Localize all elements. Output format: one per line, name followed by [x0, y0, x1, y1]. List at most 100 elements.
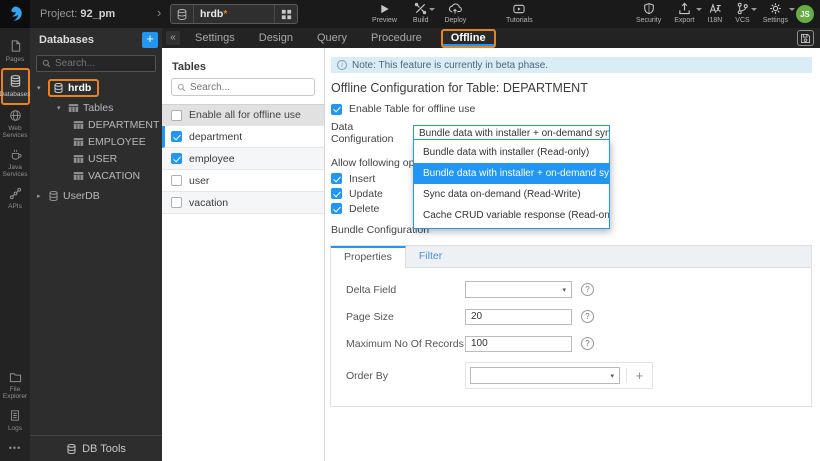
- settings-gear-icon: [769, 2, 782, 15]
- bundle-configuration-panel: Properties Filter Delta Field ▾ ? Page S…: [330, 245, 812, 407]
- tables-search[interactable]: [171, 78, 315, 96]
- tree-node-userdb[interactable]: ▸ UserDB: [30, 187, 162, 204]
- add-database-button[interactable]: +: [142, 32, 158, 48]
- hrdb-annotation-highlight: hrdb: [48, 79, 100, 97]
- databases-panel-header: Databases +: [30, 28, 162, 50]
- vacation-checkbox[interactable]: [171, 197, 182, 208]
- table-row-user[interactable]: user: [162, 170, 324, 192]
- sidebar-item-databases[interactable]: Databases: [0, 68, 31, 105]
- dropdown-option-bundle-ondemand[interactable]: Bundle data with installer + on-demand s…: [414, 163, 609, 184]
- security-shield-icon: [643, 2, 655, 15]
- tree-node-tables-group[interactable]: ▾ Tables: [30, 99, 162, 116]
- delta-field-help-icon[interactable]: ?: [581, 283, 594, 296]
- project-name: Project: 92_pm: [40, 8, 116, 20]
- sidebar-item-web-services[interactable]: Web Services: [0, 105, 30, 144]
- tab-settings[interactable]: Settings: [183, 28, 247, 48]
- tab-offline[interactable]: Offline: [440, 28, 496, 48]
- add-order-by-button[interactable]: +: [626, 368, 652, 383]
- sidebar-item-pages[interactable]: Pages: [0, 35, 30, 68]
- sidebar-item-file-explorer[interactable]: File Explorer: [0, 367, 30, 405]
- page-size-row: Page Size ?: [346, 308, 811, 325]
- breadcrumb-db-widget[interactable]: hrdb*: [170, 4, 298, 24]
- dropdown-option-cache-crud[interactable]: Cache CRUD variable response (Read-only): [414, 205, 609, 226]
- max-records-input[interactable]: [465, 335, 572, 352]
- tree-node-hrdb[interactable]: ▾ hrdb: [30, 77, 162, 99]
- table-icon: [73, 137, 84, 147]
- max-records-row: Maximum No Of Records ?: [346, 335, 811, 352]
- search-icon: [42, 59, 51, 68]
- sidebar-item-logs[interactable]: Logs: [0, 405, 30, 437]
- topbar-tutorials: Tutorials: [506, 2, 533, 24]
- order-by-label: Order By: [346, 369, 389, 382]
- tutorials-button[interactable]: Tutorials: [506, 2, 533, 24]
- user-checkbox[interactable]: [171, 175, 182, 186]
- enable-all-row[interactable]: Enable all for offline use: [162, 104, 324, 126]
- sidebar-item-java-services[interactable]: Java Services: [0, 144, 30, 183]
- settings-button[interactable]: Settings: [763, 2, 795, 24]
- topbar: Project: 92_pm › hrdb* Preview Build Dep…: [0, 0, 820, 28]
- page-size-input[interactable]: [465, 308, 572, 325]
- offline-config-main: i Note: This feature is currently in bet…: [325, 48, 820, 461]
- enable-table-row[interactable]: Enable Table for offline use: [331, 103, 820, 115]
- order-by-select[interactable]: ▾: [470, 367, 620, 384]
- max-records-help-icon[interactable]: ?: [581, 337, 594, 350]
- expand-arrow-icon[interactable]: ▾: [57, 104, 64, 112]
- build-button[interactable]: Build: [413, 2, 436, 24]
- app-grid-icon[interactable]: [274, 5, 297, 23]
- update-checkbox[interactable]: [331, 188, 342, 199]
- page-size-help-icon[interactable]: ?: [581, 310, 594, 323]
- i18n-translate-icon: [708, 2, 722, 15]
- sidebar-item-apis[interactable]: APIs: [0, 183, 30, 215]
- enable-all-checkbox[interactable]: [171, 109, 182, 121]
- databases-search-input[interactable]: [55, 58, 150, 69]
- vcs-button[interactable]: VCS: [735, 2, 757, 24]
- tab-design[interactable]: Design: [247, 28, 305, 48]
- delete-checkbox[interactable]: [331, 203, 342, 214]
- activity-bar: Pages Databases Web Services Java Servic…: [0, 28, 31, 461]
- databases-search[interactable]: [36, 55, 156, 72]
- properties-form: Delta Field ▾ ? Page Size ? Maximum No O…: [331, 268, 811, 389]
- i18n-button[interactable]: I18N: [708, 2, 722, 24]
- table-row-employee[interactable]: employee: [162, 148, 324, 170]
- database-icon: [53, 82, 64, 94]
- more-options-icon[interactable]: •••: [9, 437, 21, 461]
- tree-node-table-department[interactable]: DEPARTMENT: [30, 116, 162, 133]
- databases-panel-title: Databases: [39, 34, 95, 46]
- collapse-panel-button[interactable]: «: [166, 31, 180, 45]
- tab-procedure[interactable]: Procedure: [359, 28, 434, 48]
- app-logo[interactable]: [0, 0, 30, 28]
- vcs-branch-icon: [736, 2, 749, 15]
- tables-search-input[interactable]: [190, 81, 309, 93]
- preview-button[interactable]: Preview: [372, 2, 397, 24]
- collapsed-arrow-icon[interactable]: ▸: [37, 192, 44, 200]
- database-icon: [171, 5, 194, 23]
- web-services-globe-icon: [9, 109, 22, 122]
- enable-table-checkbox[interactable]: [331, 103, 342, 115]
- tab-properties[interactable]: Properties: [331, 246, 406, 268]
- tab-query[interactable]: Query: [305, 28, 359, 48]
- table-icon: [73, 171, 84, 181]
- tab-filter[interactable]: Filter: [406, 246, 455, 267]
- tree-node-table-employee[interactable]: EMPLOYEE: [30, 133, 162, 150]
- delta-field-select[interactable]: ▾: [465, 281, 572, 298]
- insert-checkbox[interactable]: [331, 173, 342, 184]
- employee-checkbox[interactable]: [171, 153, 182, 164]
- security-button[interactable]: Security: [636, 2, 661, 24]
- expand-arrow-icon[interactable]: ▾: [37, 84, 44, 92]
- dropdown-option-sync-ondemand[interactable]: Sync data on-demand (Read-Write): [414, 184, 609, 205]
- table-row-department[interactable]: department: [162, 126, 324, 148]
- export-button[interactable]: Export: [674, 2, 702, 24]
- java-services-coffee-icon: [9, 148, 22, 161]
- db-tools-button[interactable]: DB Tools: [30, 435, 162, 461]
- tree-node-table-user[interactable]: USER: [30, 150, 162, 167]
- dropdown-option-bundle-readonly[interactable]: Bundle data with installer (Read-only): [414, 142, 609, 163]
- dropdown-caret-icon: ▾: [562, 286, 566, 294]
- tree-node-table-vacation[interactable]: VACATION: [30, 167, 162, 184]
- deploy-button[interactable]: Deploy: [444, 2, 466, 24]
- table-icon: [73, 120, 84, 130]
- save-button[interactable]: [797, 30, 814, 46]
- table-row-vacation[interactable]: vacation: [162, 192, 324, 214]
- user-avatar[interactable]: JS: [796, 5, 814, 23]
- department-checkbox[interactable]: [171, 131, 182, 142]
- page-size-label: Page Size: [346, 310, 394, 323]
